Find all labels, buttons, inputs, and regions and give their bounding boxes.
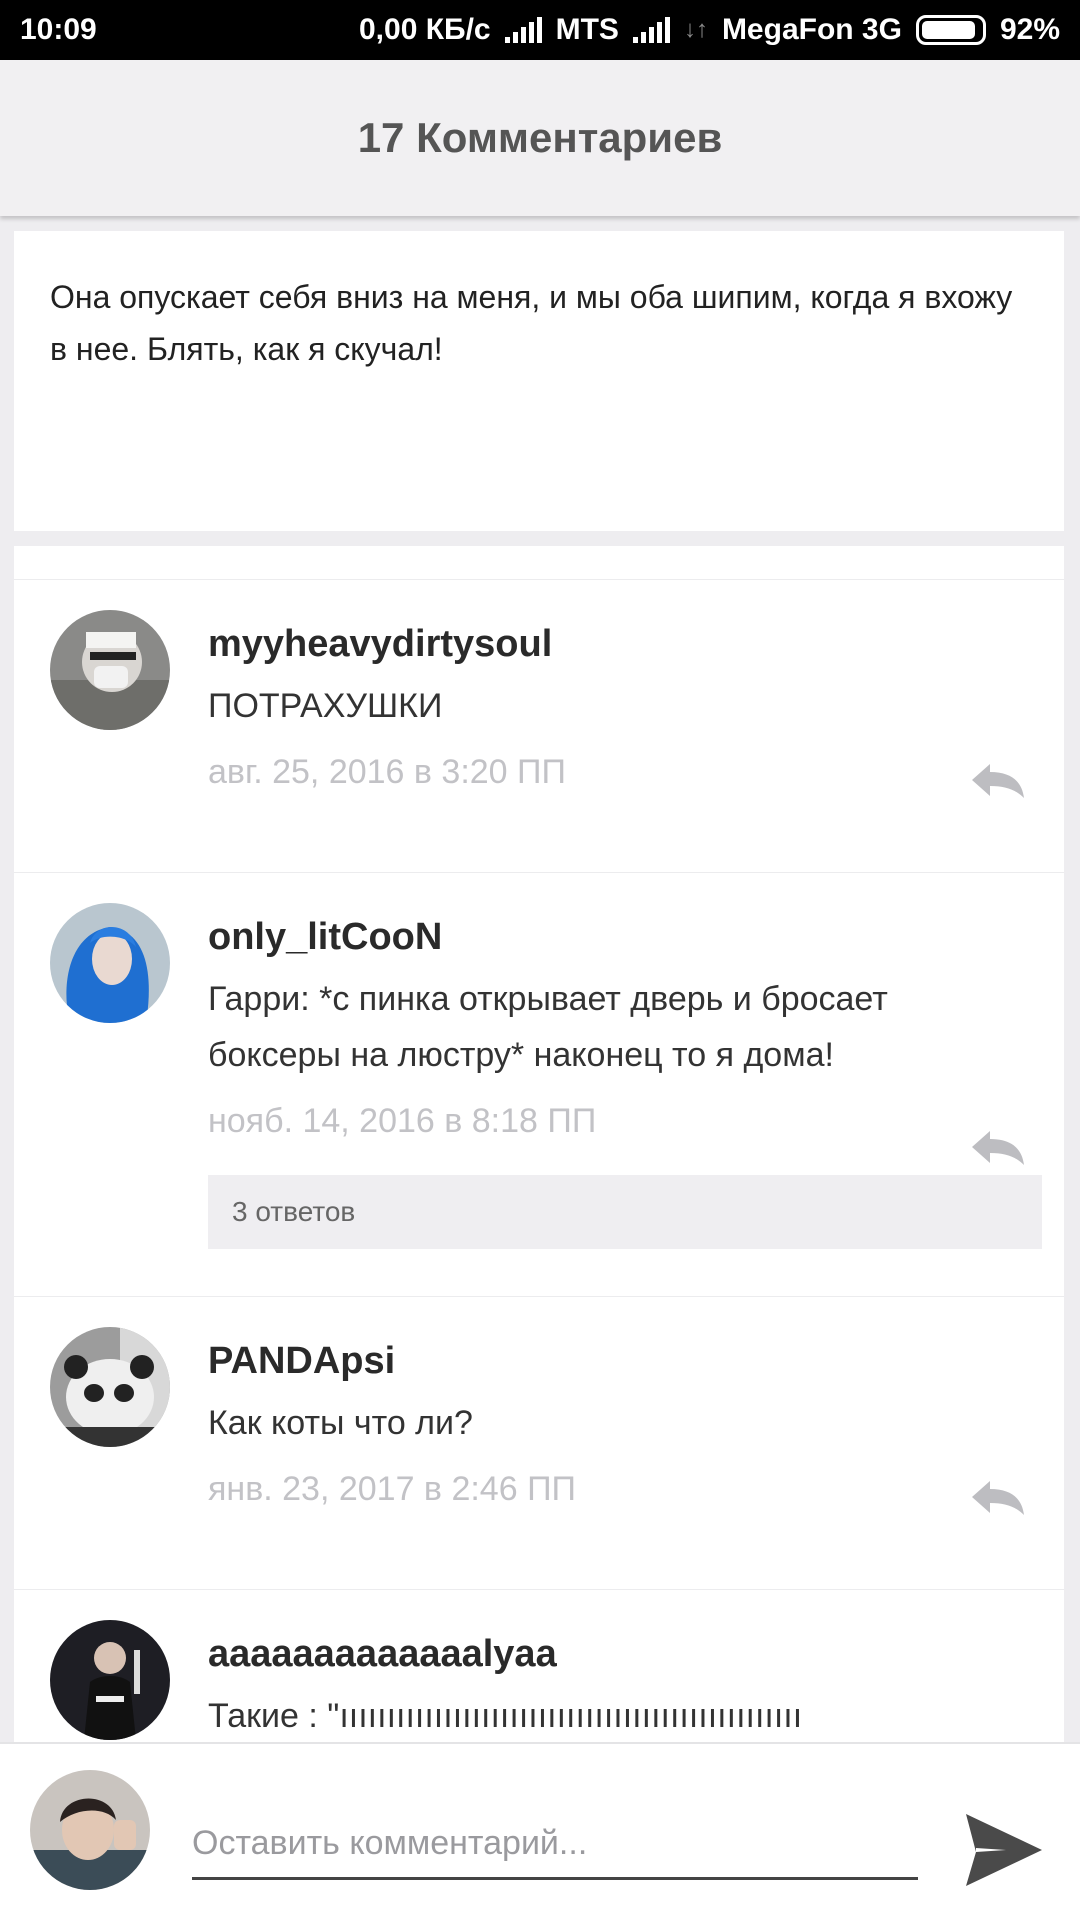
carrier-1: MTS bbox=[555, 13, 619, 46]
comment-text: Такие : "ııııııııııııııııııııııııııııııı… bbox=[208, 1697, 803, 1735]
comment-username[interactable]: aaaaaaaaaaaaalyaa bbox=[208, 1626, 1064, 1682]
reply-arrow-icon[interactable] bbox=[968, 760, 1028, 800]
status-time: 10:09 bbox=[20, 13, 97, 46]
comment-username[interactable]: PANDApsi bbox=[208, 1333, 1064, 1389]
comment-text: Как коты что ли? bbox=[208, 1404, 473, 1442]
replies-count: 3 ответов bbox=[232, 1196, 356, 1227]
comment-item: aaaaaaaaaaaaalyaa Такие : "ııııııııııııı… bbox=[14, 1590, 1064, 1742]
current-user-avatar[interactable] bbox=[30, 1770, 150, 1890]
reply-arrow-icon[interactable] bbox=[968, 1127, 1028, 1167]
app-header: 17 Комментариев bbox=[0, 60, 1080, 216]
comment-text: Гарри: *с пинка открывает дверь и бросае… bbox=[208, 980, 888, 1074]
comment-item: myyheavydirtysoul ПОТРАХУШКИ авг. 25, 20… bbox=[14, 580, 1064, 873]
carrier-2: MegaFon 3G bbox=[721, 13, 902, 46]
comment-input[interactable] bbox=[192, 1810, 918, 1880]
status-bar: 10:09 0,00 КБ/с MTS ↓↑ MegaFon 3G 92% bbox=[0, 0, 1080, 60]
reply-arrow-icon[interactable] bbox=[968, 1477, 1028, 1517]
avatar[interactable] bbox=[50, 610, 170, 730]
comment-date: янв. 23, 2017 в 2:46 ПП bbox=[208, 1470, 576, 1508]
story-excerpt-text: Она опускает себя вниз на меня, и мы оба… bbox=[50, 279, 1013, 367]
data-arrows-icon: ↓↑ bbox=[683, 16, 708, 43]
status-indicators: 0,00 КБ/с MTS ↓↑ MegaFon 3G 92% bbox=[359, 13, 1060, 47]
comment-item: only_litCooN Гарри: *с пинка открывает д… bbox=[14, 873, 1064, 1297]
story-excerpt-card: Она опускает себя вниз на меня, и мы оба… bbox=[14, 231, 1064, 531]
view-replies-button[interactable]: 3 ответов bbox=[208, 1175, 1042, 1249]
signal-icon bbox=[504, 17, 542, 43]
comment-composer bbox=[0, 1742, 1080, 1920]
comment-item: PANDApsi Как коты что ли? янв. 23, 2017 … bbox=[14, 1297, 1064, 1590]
send-icon[interactable] bbox=[962, 1810, 1046, 1890]
comment-username[interactable]: myyheavydirtysoul bbox=[208, 616, 1064, 672]
avatar[interactable] bbox=[50, 1620, 170, 1740]
page-title: 17 Комментариев bbox=[357, 114, 723, 161]
list-divider bbox=[14, 546, 1064, 580]
battery-percent: 92% bbox=[999, 13, 1060, 46]
comments-list[interactable]: myyheavydirtysoul ПОТРАХУШКИ авг. 25, 20… bbox=[14, 546, 1064, 1742]
signal-icon-2 bbox=[632, 17, 670, 43]
comment-date: нояб. 14, 2016 в 8:18 ПП bbox=[208, 1102, 597, 1140]
network-speed: 0,00 КБ/с bbox=[358, 13, 491, 46]
avatar[interactable] bbox=[50, 1327, 170, 1447]
comment-username[interactable]: only_litCooN bbox=[208, 909, 1064, 965]
comment-text: ПОТРАХУШКИ bbox=[208, 687, 443, 725]
battery-icon bbox=[915, 15, 986, 45]
avatar[interactable] bbox=[50, 903, 170, 1023]
comment-date: авг. 25, 2016 в 3:20 ПП bbox=[208, 753, 566, 791]
